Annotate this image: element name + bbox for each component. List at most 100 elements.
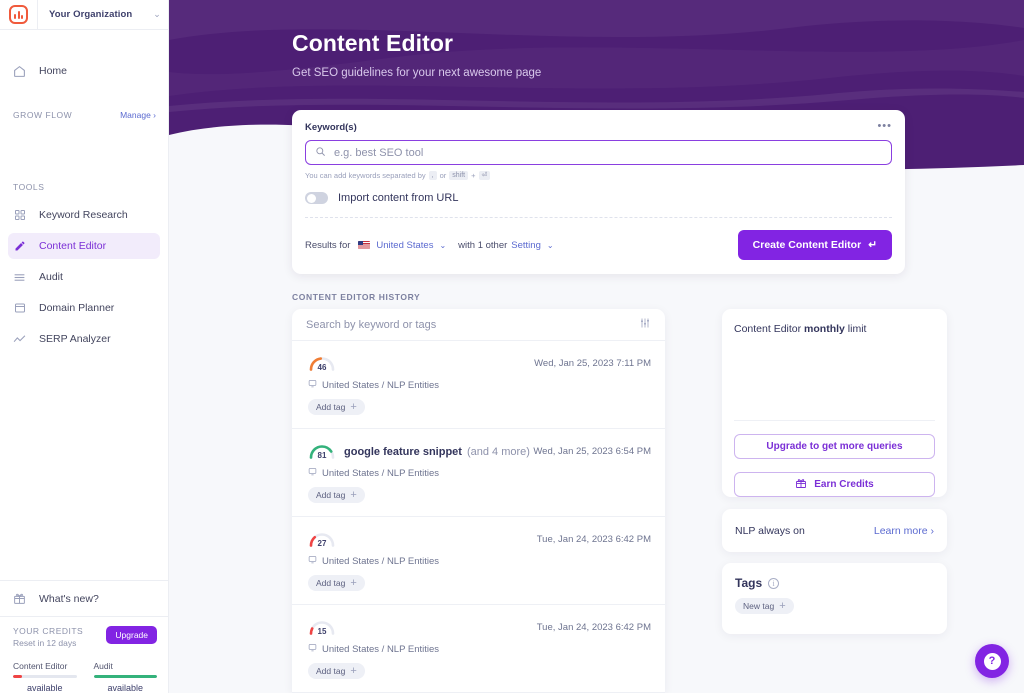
add-tag-button[interactable]: Add tag + [308,575,365,591]
history-row[interactable]: 27 Tue, Jan 24, 2023 6:42 PM United States… [292,517,665,605]
score-gauge: 27 [308,531,336,548]
setting-selector[interactable]: Setting [511,240,541,251]
sidebar-item-label: Home [39,65,68,77]
plus-icon: + [350,665,357,677]
meter-track [13,675,77,678]
plus-icon: + [350,401,357,413]
sidebar-item-audit[interactable]: Audit [8,264,160,290]
sidebar-item-label: Domain Planner [39,302,115,314]
import-from-url-row: Import content from URL [305,192,892,217]
monitor-icon [308,643,317,655]
meter-fill [93,675,157,678]
meter-value: available [107,683,144,693]
history-meta: United States / NLP Entities [308,555,651,567]
sidebar-item-keyword-research[interactable]: Keyword Research [8,202,160,228]
sidebar-item-label: Content Editor [39,240,107,252]
import-url-toggle[interactable] [305,192,328,204]
meter-track [93,675,157,678]
sidebar-item-content-editor[interactable]: Content Editor [8,233,160,259]
key-comma: , [428,171,437,180]
sidebar-item-home[interactable]: Home [0,58,168,84]
history-row[interactable]: 15 Tue, Jan 24, 2023 6:42 PM United States… [292,605,665,693]
history-row-top: 46 Wed, Jan 25, 2023 7:11 PM [308,355,651,372]
results-location-group: Results for United States ⌄ with 1 other… [305,240,554,251]
credit-meter-audit: Audit available [93,661,157,693]
score-gauge: 46 [308,355,336,372]
manage-link[interactable]: Manage › [120,110,156,120]
add-tag-button[interactable]: Add tag + [308,487,365,503]
help-button[interactable]: ? [975,644,1009,678]
history-row[interactable]: 81 google feature snippet (and 4 more) Wed,… [292,429,665,517]
score-value: 46 [317,363,327,372]
meter-fill [13,675,22,678]
score-value: 27 [317,539,327,548]
results-settings-row: Results for United States ⌄ with 1 other… [305,218,892,274]
sidebar: Your Organization ⌄ Home GROW FLOW Manag… [0,0,169,693]
learn-more-link[interactable]: Learn more › [874,525,934,537]
sliders-icon[interactable] [639,316,651,334]
history-rows: 46 Wed, Jan 25, 2023 7:11 PM United States… [292,341,665,693]
organization-switcher[interactable]: Your Organization ⌄ [0,0,168,30]
plus-icon: + [350,489,357,501]
import-url-label: Import content from URL [338,192,459,204]
add-tag-button[interactable]: Add tag + [308,399,365,415]
sidebar-item-domain-planner[interactable]: Domain Planner [8,295,160,321]
keyword-card-header: Keyword(s) ••• [305,121,892,134]
grow-flow-section-header: GROW FLOW Manage › [0,110,168,120]
sidebar-item-label: Keyword Research [39,209,128,221]
upgrade-queries-label: Upgrade to get more queries [766,441,903,452]
page-subtitle: Get SEO guidelines for your next awesome… [292,67,542,79]
history-row-top: 81 google feature snippet (and 4 more) Wed,… [308,443,651,460]
history-date: Tue, Jan 24, 2023 6:42 PM [536,622,651,633]
limit-card-divider [734,420,935,421]
chevron-down-icon[interactable]: ⌄ [547,241,554,250]
chevron-down-icon[interactable]: ⌄ [146,9,168,20]
gift-icon [795,477,807,492]
plus-icon: + [350,577,357,589]
app-root: Your Organization ⌄ Home GROW FLOW Manag… [0,0,1024,693]
history-date: Wed, Jan 25, 2023 7:11 PM [534,358,651,369]
history-search-placeholder: Search by keyword or tags [306,318,437,331]
plus-icon: + [779,600,786,612]
upgrade-queries-button[interactable]: Upgrade to get more queries [734,434,935,459]
chart-line-icon [13,333,26,346]
limit-title-part-b: monthly [804,323,845,335]
add-tag-label: Add tag [316,490,346,500]
monthly-limit-card: Content Editor monthly limit Upgrade to … [722,309,947,497]
score-value: 81 [317,451,327,460]
history-search-bar[interactable]: Search by keyword or tags [292,309,665,341]
create-content-editor-button[interactable]: Create Content Editor ↵ [737,230,892,260]
history-list-card: Search by keyword or tags 46 Wed, Jan 25,… [292,309,665,693]
new-tag-button[interactable]: New tag + [735,598,794,614]
country-selector[interactable]: United States [376,240,433,251]
history-row[interactable]: 46 Wed, Jan 25, 2023 7:11 PM United States… [292,341,665,429]
nlp-label: NLP always on [735,524,805,537]
keyword-input[interactable]: e.g. best SEO tool [305,140,892,165]
earn-credits-button[interactable]: Earn Credits [734,472,935,497]
info-icon[interactable]: i [768,577,780,589]
add-tag-button[interactable]: Add tag + [308,663,365,679]
chevron-down-icon[interactable]: ⌄ [439,241,446,250]
history-meta: United States / NLP Entities [308,643,651,655]
us-flag-icon [358,241,371,249]
organization-name: Your Organization [49,9,133,20]
app-logo[interactable] [0,0,38,30]
grow-flow-label: GROW FLOW [13,110,73,120]
home-icon [13,65,26,78]
toggle-knob [306,193,316,203]
tags-title: Tags i [735,576,934,590]
upgrade-button[interactable]: Upgrade [106,626,157,644]
tags-card: Tags i New tag + [722,563,947,634]
key-shift: shift [449,171,469,180]
sidebar-item-serp-analyzer[interactable]: SERP Analyzer [8,326,160,352]
results-for-label: Results for [305,239,351,251]
hint-or: or [439,171,447,180]
meter-label: Content Editor [13,661,68,671]
monitor-icon [308,555,317,567]
whats-new-button[interactable]: What's new? [0,580,168,616]
sidebar-item-label: Audit [39,271,63,283]
more-options-icon[interactable]: ••• [877,121,892,132]
history-meta-text: United States / NLP Entities [322,643,440,655]
score-gauge: 15 [308,619,336,636]
whats-new-label: What's new? [39,592,99,605]
